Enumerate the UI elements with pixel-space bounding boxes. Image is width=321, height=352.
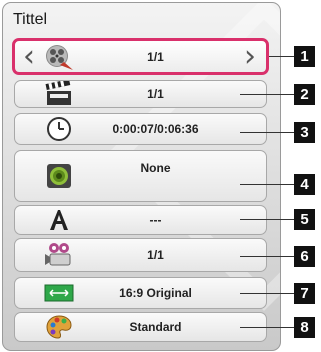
angle-value: 1/1 xyxy=(147,248,164,262)
callout-marker-1: 1 xyxy=(294,46,315,67)
picture-mode-value: Standard xyxy=(129,320,182,334)
callout-line xyxy=(240,219,294,220)
clapperboard-icon xyxy=(43,80,75,108)
callout-line xyxy=(240,327,294,328)
arrow-left-icon[interactable]: ‹ xyxy=(23,41,35,72)
arrow-right-icon[interactable]: › xyxy=(244,41,256,72)
callout-line xyxy=(240,256,294,257)
callout-marker-5: 5 xyxy=(294,209,315,230)
clock-icon xyxy=(43,115,75,143)
audio-value: None xyxy=(140,161,171,175)
menu-row-subtitle[interactable]: --- xyxy=(14,205,267,235)
letter-a-icon xyxy=(43,206,75,234)
callout-line xyxy=(240,184,294,185)
menu-row-angle[interactable]: 1/1 xyxy=(14,238,267,272)
callout-marker-3: 3 xyxy=(294,122,315,143)
chapter-value: 1/1 xyxy=(147,87,164,101)
camera-icon xyxy=(43,241,75,269)
subtitle-value: --- xyxy=(149,213,162,227)
menu-row-time[interactable]: 0:00:07/0:06:36 xyxy=(14,113,267,145)
callout-line xyxy=(240,94,294,95)
menu-title: Tittel xyxy=(13,11,48,28)
aspect-ratio-value: 16:9 Original xyxy=(119,286,192,300)
palette-icon xyxy=(43,313,75,341)
film-reel-icon xyxy=(43,43,75,71)
speaker-icon xyxy=(43,162,75,190)
menu-row-audio[interactable]: None xyxy=(14,150,267,202)
callout-marker-8: 8 xyxy=(294,317,315,338)
callout-marker-4: 4 xyxy=(294,174,315,195)
callout-marker-2: 2 xyxy=(294,84,315,105)
callout-marker-6: 6 xyxy=(294,246,315,267)
time-value: 0:00:07/0:06:36 xyxy=(112,122,199,136)
callout-line xyxy=(269,56,294,57)
menu-row-title[interactable]: ‹ 1/1 › xyxy=(12,38,269,75)
menu-row-chapter[interactable]: 1/1 xyxy=(14,80,267,108)
title-value: 1/1 xyxy=(147,49,164,64)
menu-row-picture-mode[interactable]: Standard xyxy=(14,312,267,342)
callout-line xyxy=(240,132,294,133)
aspect-ratio-icon xyxy=(43,279,75,307)
callout-marker-7: 7 xyxy=(294,283,315,304)
menu-row-aspect-ratio[interactable]: 16:9 Original xyxy=(14,277,267,309)
callout-line xyxy=(240,293,294,294)
